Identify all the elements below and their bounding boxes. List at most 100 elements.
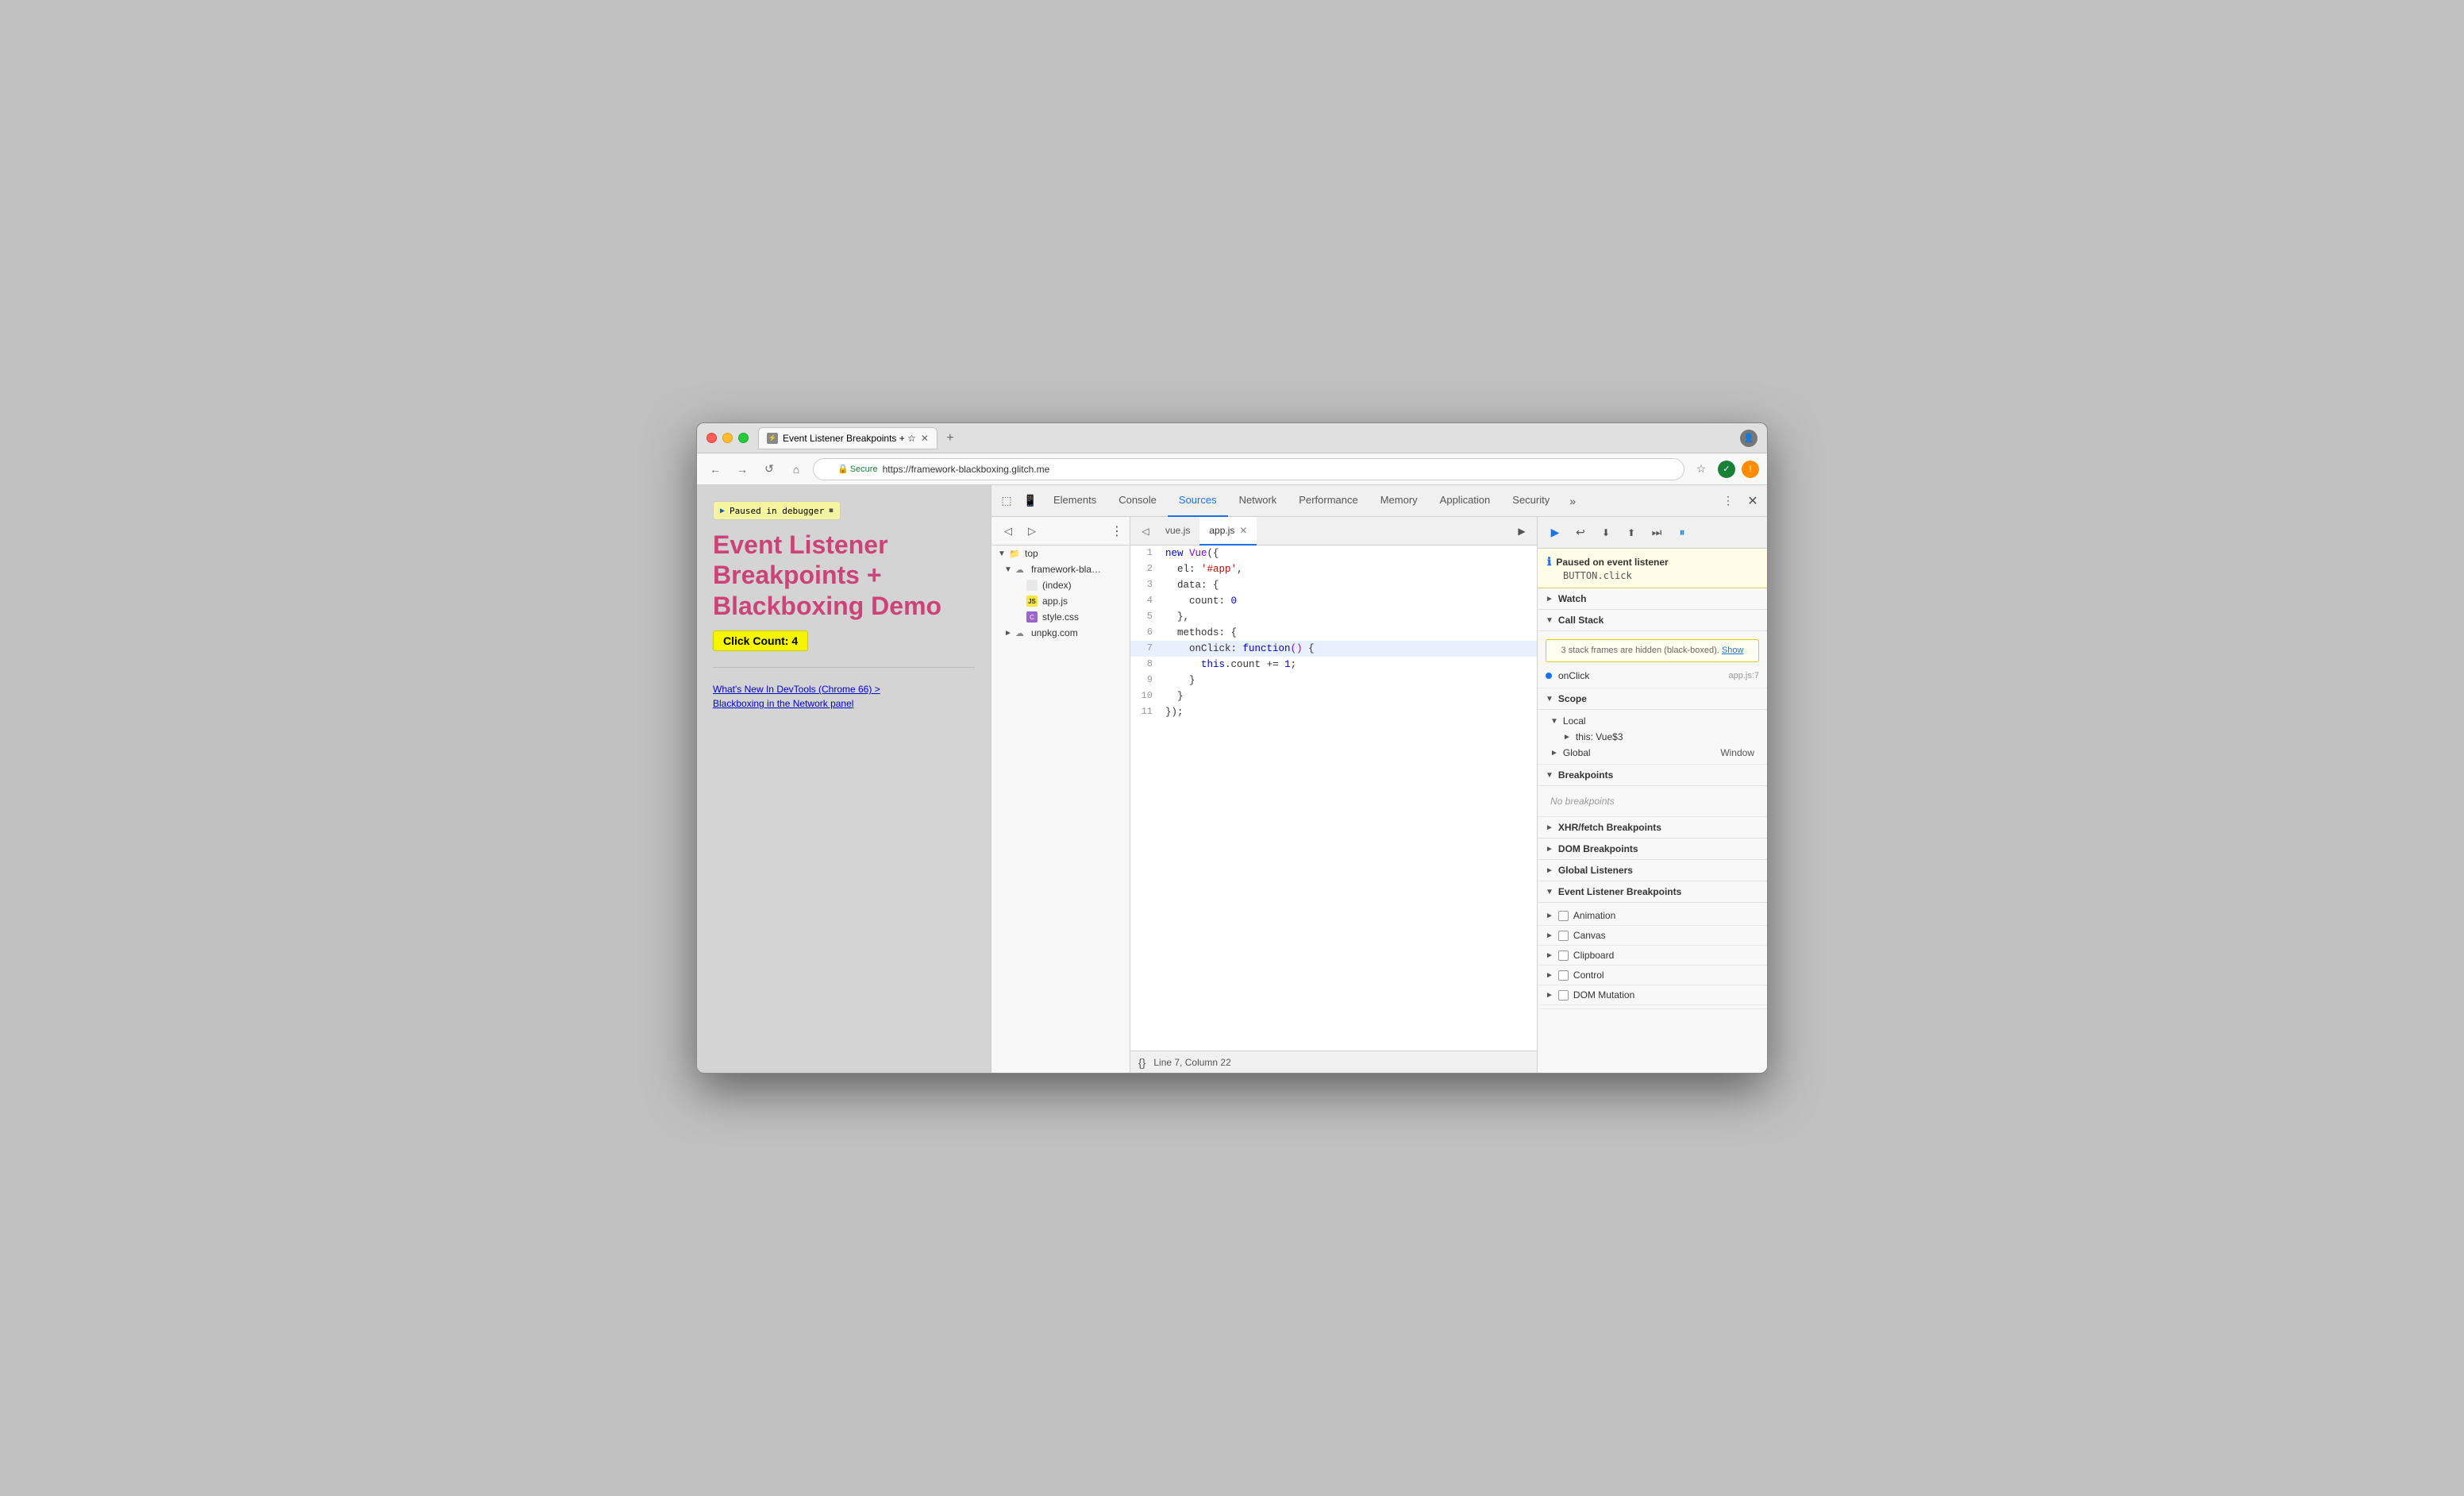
bp-control-checkbox[interactable] [1558, 970, 1569, 981]
tab-application[interactable]: Application [1429, 485, 1502, 517]
bp-dom-mutation[interactable]: ► DOM Mutation [1538, 985, 1767, 1005]
breakpoints-empty-text: No breakpoints [1538, 789, 1767, 813]
tree-label-index: (index) [1042, 580, 1072, 591]
close-window-button[interactable] [706, 433, 717, 443]
format-icon[interactable]: {} [1138, 1056, 1145, 1069]
scope-label: Scope [1558, 693, 1587, 704]
tree-item-stylecss[interactable]: C style.css [991, 609, 1130, 625]
stack-frame-onclick[interactable]: onClick app.js:7 [1538, 667, 1767, 684]
stack-frame-name: onClick [1558, 670, 1728, 681]
bp-control[interactable]: ► Control [1538, 966, 1767, 985]
back-button[interactable]: ← [705, 459, 726, 480]
minimize-window-button[interactable] [722, 433, 733, 443]
xhr-breakpoints-header[interactable]: XHR/fetch Breakpoints [1538, 817, 1767, 839]
scope-this-item[interactable]: ► this: Vue$3 [1538, 729, 1767, 745]
tree-item-appjs[interactable]: JS app.js [991, 593, 1130, 609]
ft-back-button[interactable]: ◁ [998, 521, 1018, 542]
user-icon[interactable]: 👤 [1740, 430, 1758, 447]
more-tabs-button[interactable]: » [1561, 489, 1584, 513]
editor-run-button[interactable]: ▶ [1511, 521, 1532, 542]
call-stack-notice-text: 3 stack frames are hidden (black-boxed). [1561, 646, 1719, 655]
scope-section-header[interactable]: Scope [1538, 688, 1767, 710]
new-tab-button[interactable]: + [941, 429, 960, 448]
tree-item-index[interactable]: (index) [991, 577, 1130, 593]
call-stack-section-header[interactable]: Call Stack [1538, 610, 1767, 631]
code-area[interactable]: 1 new Vue({ 2 el: '#app', 3 data: { [1130, 546, 1537, 1051]
browser-tab[interactable]: ⚡ Event Listener Breakpoints + ☆ ✕ [758, 427, 937, 449]
scope-this-arrow: ► [1563, 733, 1571, 742]
bp-animation[interactable]: ► Animation [1538, 906, 1767, 926]
editor-nav-left[interactable]: ◁ [1135, 521, 1156, 542]
address-input[interactable]: 🔒 Secure https://framework-blackboxing.g… [813, 458, 1684, 480]
bp-clipboard[interactable]: ► Clipboard [1538, 946, 1767, 966]
click-count-button[interactable]: Click Count: 4 [713, 630, 808, 651]
devtools-settings-button[interactable]: ⋮ [1716, 489, 1740, 513]
bp-canvas[interactable]: ► Canvas [1538, 926, 1767, 946]
event-listener-bp-content: ► Animation ► Canvas ► [1538, 903, 1767, 1009]
bp-clipboard-checkbox[interactable] [1558, 950, 1569, 961]
bp-animation-label: Animation [1573, 910, 1615, 921]
tab-security[interactable]: Security [1501, 485, 1561, 517]
editor-tab-appjs[interactable]: app.js ✕ [1199, 517, 1257, 546]
breakpoints-section-header[interactable]: Breakpoints [1538, 765, 1767, 786]
bp-animation-checkbox[interactable] [1558, 911, 1569, 921]
paused-resume-icon[interactable]: ⏹ [829, 505, 834, 516]
tab-close-button[interactable]: ✕ [921, 433, 929, 444]
devtools-close-button[interactable]: ✕ [1742, 490, 1764, 512]
step-over-button[interactable]: ↩ [1569, 522, 1592, 544]
ft-forward-button[interactable]: ▷ [1022, 521, 1042, 542]
step-into-button[interactable]: ⬇ [1595, 522, 1617, 544]
bp-dom-mutation-checkbox[interactable] [1558, 990, 1569, 1001]
editor-tabs: ◁ vue.js app.js ✕ ▶ [1130, 517, 1537, 546]
paused-text: Paused in debugger [730, 506, 824, 516]
bp-clipboard-arrow: ► [1546, 951, 1553, 960]
step-out-button[interactable]: ⬆ [1620, 522, 1642, 544]
tab-memory[interactable]: Memory [1369, 485, 1429, 517]
tree-item-top[interactable]: ▼ 📁 top [991, 546, 1130, 561]
editor-tab-vuejs[interactable]: vue.js [1156, 517, 1199, 546]
tab-elements[interactable]: Elements [1042, 485, 1107, 517]
forward-button[interactable]: → [732, 459, 753, 480]
paused-title: ℹ Paused on event listener [1547, 555, 1758, 569]
file-tree-panel: ◁ ▷ ⋮ ▼ 📁 top ▼ ☁ framework-bla… [991, 517, 1130, 1073]
ft-more-button[interactable]: ⋮ [1111, 523, 1123, 539]
home-button[interactable]: ⌂ [786, 459, 807, 480]
maximize-window-button[interactable] [738, 433, 749, 443]
inspect-element-button[interactable]: ⬚ [995, 489, 1018, 513]
bookmark-button[interactable]: ☆ [1691, 459, 1711, 480]
extension-green-icon[interactable]: ✓ [1718, 461, 1735, 478]
devtools-link[interactable]: What's New In DevTools (Chrome 66) > [713, 684, 975, 695]
device-toolbar-button[interactable]: 📱 [1018, 489, 1042, 513]
line-content-3: data: { [1159, 577, 1219, 593]
line-num-7: 7 [1130, 641, 1159, 656]
refresh-button[interactable]: ↺ [759, 459, 780, 480]
page-title-line2: Breakpoints + [713, 560, 975, 590]
line-num-8: 8 [1130, 657, 1159, 672]
debug-panel: ▶ ↩ ⬇ ⬆ ⏭ ⏸ ℹ Paused on event listener [1537, 517, 1767, 1073]
editor-tab-appjs-close[interactable]: ✕ [1239, 525, 1247, 536]
bp-canvas-checkbox[interactable] [1558, 931, 1569, 941]
event-listener-bp-header[interactable]: Event Listener Breakpoints [1538, 881, 1767, 903]
tab-console[interactable]: Console [1107, 485, 1168, 517]
scope-local-header[interactable]: ▼ Local [1538, 713, 1767, 729]
blackboxing-link[interactable]: Blackboxing in the Network panel [713, 698, 975, 709]
call-stack-show-link[interactable]: Show [1722, 646, 1744, 655]
tab-sources[interactable]: Sources [1168, 485, 1228, 517]
tree-item-unpkg[interactable]: ► ☁ unpkg.com [991, 625, 1130, 641]
devtools-header-right: ⋮ ✕ [1716, 489, 1764, 513]
resume-button[interactable]: ▶ [1544, 522, 1566, 544]
step-button[interactable]: ⏭ [1646, 522, 1668, 544]
tab-network[interactable]: Network [1228, 485, 1288, 517]
code-line-4: 4 count: 0 [1130, 593, 1537, 609]
extension-orange-icon[interactable]: ! [1742, 461, 1759, 478]
paused-notice: ℹ Paused on event listener BUTTON.click [1538, 549, 1767, 588]
code-line-9: 9 } [1130, 673, 1537, 688]
watch-section-header[interactable]: Watch [1538, 588, 1767, 610]
tree-item-framework[interactable]: ▼ ☁ framework-bla… [991, 561, 1130, 577]
dom-breakpoints-header[interactable]: DOM Breakpoints [1538, 839, 1767, 860]
global-listeners-header[interactable]: Global Listeners [1538, 860, 1767, 881]
code-line-10: 10 } [1130, 688, 1537, 704]
tab-performance[interactable]: Performance [1288, 485, 1369, 517]
pause-exceptions-button[interactable]: ⏸ [1671, 522, 1693, 544]
scope-global-item[interactable]: ► Global Window [1538, 745, 1767, 761]
